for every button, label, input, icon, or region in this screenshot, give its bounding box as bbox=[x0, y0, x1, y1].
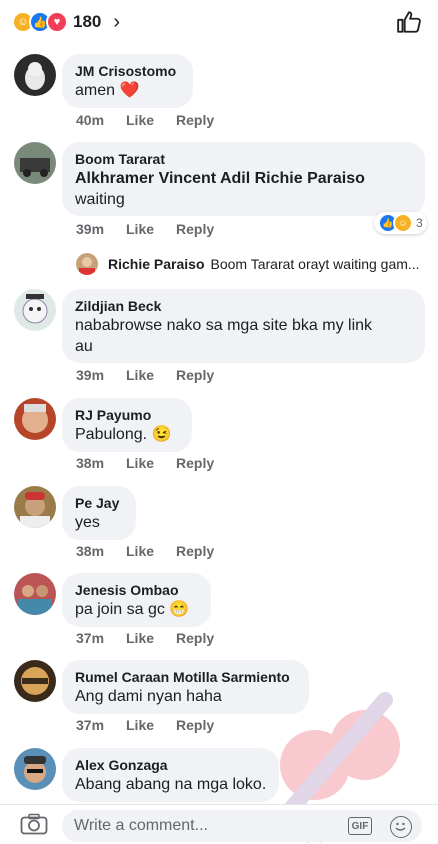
comment-time: 37m bbox=[76, 630, 105, 646]
camera-icon[interactable] bbox=[20, 813, 48, 835]
avatar[interactable] bbox=[14, 573, 56, 615]
comment-text: pa join sa gc 😁 bbox=[75, 601, 190, 618]
like-link[interactable]: Like bbox=[126, 112, 176, 128]
like-link[interactable]: Like bbox=[126, 221, 176, 237]
comment-text: amen ❤️ bbox=[75, 82, 140, 99]
avatar bbox=[76, 253, 98, 275]
haha-icon: ☺ bbox=[393, 213, 413, 233]
comment-text: nababrowse nako sa mga site bka my link a… bbox=[75, 315, 413, 357]
reply-link[interactable]: Reply bbox=[176, 221, 214, 237]
comment-time: 38m bbox=[76, 455, 105, 471]
comment-author[interactable]: Jenesis Ombao bbox=[75, 581, 199, 599]
comment-text: yes bbox=[75, 514, 100, 531]
avatar[interactable] bbox=[14, 660, 56, 702]
reply-link[interactable]: Reply bbox=[176, 630, 214, 646]
comment-time: 38m bbox=[76, 543, 105, 559]
like-link[interactable]: Like bbox=[126, 367, 176, 383]
reply-author: Richie Paraiso bbox=[108, 256, 205, 272]
gif-button[interactable]: GIF bbox=[348, 817, 372, 835]
reaction-count: 180 bbox=[73, 12, 102, 31]
comment-reactions-badge[interactable]: 👍 ☺ 3 bbox=[374, 212, 427, 234]
reaction-count: 3 bbox=[416, 216, 423, 230]
avatar[interactable] bbox=[14, 398, 56, 440]
comment-time: 40m bbox=[76, 112, 105, 128]
comment-text: Pabulong. 😉 bbox=[75, 426, 172, 443]
chevron-right-icon: › bbox=[113, 10, 121, 33]
comment-time: 39m bbox=[76, 221, 105, 237]
like-link[interactable]: Like bbox=[126, 543, 176, 559]
like-link[interactable]: Like bbox=[126, 717, 176, 733]
comment-bubble[interactable]: Boom Tararat Alkhramer Vincent Adil Rich… bbox=[62, 142, 425, 216]
comment-bubble[interactable]: Jenesis Ombao pa join sa gc 😁 bbox=[62, 573, 211, 627]
avatar[interactable] bbox=[14, 142, 56, 184]
like-link[interactable]: Like bbox=[126, 630, 176, 646]
reply-text: Boom Tararat orayt waiting gam... bbox=[210, 256, 420, 272]
comment-bubble[interactable]: RJ Payumo Pabulong. 😉 bbox=[62, 398, 192, 452]
comment-author[interactable]: Rumel Caraan Motilla Sarmiento bbox=[75, 668, 297, 686]
comment-text: waiting bbox=[75, 191, 125, 208]
comment-author[interactable]: JM Crisostomo bbox=[75, 62, 181, 80]
like-button[interactable] bbox=[396, 9, 422, 35]
comment-author[interactable]: Pe Jay bbox=[75, 494, 124, 512]
reply-link[interactable]: Reply bbox=[176, 367, 214, 383]
comment-text: Ang dami nyan haha bbox=[75, 688, 222, 705]
reply-link[interactable]: Reply bbox=[176, 112, 214, 128]
reply-link[interactable]: Reply bbox=[176, 543, 214, 559]
comment-author[interactable]: RJ Payumo bbox=[75, 406, 180, 424]
reply-link[interactable]: Reply bbox=[176, 717, 214, 733]
avatar[interactable] bbox=[14, 289, 56, 331]
comment-author[interactable]: Zildjian Beck bbox=[75, 297, 413, 315]
comment-bubble[interactable]: JM Crisostomo amen ❤️ bbox=[62, 54, 193, 108]
comment-text-line: au bbox=[75, 338, 93, 355]
comment-time: 39m bbox=[76, 367, 105, 383]
comment-author[interactable]: Alex Gonzaga bbox=[75, 756, 267, 774]
emoji-icon[interactable] bbox=[390, 816, 412, 838]
comment-composer: Write a comment... GIF bbox=[0, 804, 438, 842]
avatar[interactable] bbox=[14, 486, 56, 528]
comment-bubble[interactable]: Alex Gonzaga Abang abang na mga loko. bbox=[62, 748, 279, 802]
reactions-summary[interactable]: ☺ 👍 ♥ 180 › bbox=[12, 10, 120, 34]
comment-bubble[interactable]: Pe Jay yes bbox=[62, 486, 136, 540]
avatar[interactable] bbox=[14, 54, 56, 96]
comment-bubble[interactable]: Zildjian Beck nababrowse nako sa mga sit… bbox=[62, 289, 425, 363]
comment-text: Abang abang na mga loko. bbox=[75, 776, 267, 793]
comment-time: 37m bbox=[76, 717, 105, 733]
reactions-header: ☺ 👍 ♥ 180 › bbox=[0, 0, 438, 44]
reply-link[interactable]: Reply bbox=[176, 455, 214, 471]
love-icon: ♥ bbox=[46, 11, 68, 33]
reply-preview[interactable]: Richie Paraiso Boom Tararat orayt waitin… bbox=[76, 252, 426, 276]
comment-text-line: nababrowse nako sa mga site bka my link bbox=[75, 317, 373, 334]
like-link[interactable]: Like bbox=[126, 455, 176, 471]
mentioned-user[interactable]: Alkhramer Vincent Adil Richie Paraiso bbox=[75, 168, 413, 189]
avatar[interactable] bbox=[14, 748, 56, 790]
comment-author[interactable]: Boom Tararat bbox=[75, 150, 413, 168]
